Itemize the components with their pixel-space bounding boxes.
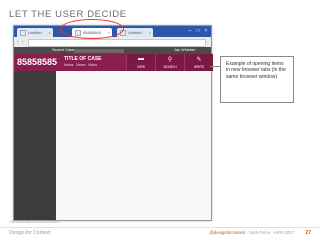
sidebar — [14, 71, 56, 220]
write-button[interactable]: ✎ WRITE — [184, 54, 213, 71]
search-input[interactable] — [74, 48, 124, 53]
tab-label: Untitled — [28, 30, 42, 35]
callout-connector — [210, 66, 220, 67]
write-label: WRITE — [193, 65, 205, 69]
slide-title: LET THE USER DECIDE — [9, 9, 127, 20]
case-title: TITLE OF CASE — [64, 56, 102, 62]
subtab-video[interactable]: Video — [88, 63, 97, 67]
search-button[interactable]: ⚲ SEARCH — [155, 54, 184, 71]
view-button[interactable]: ▬ VIEW — [126, 54, 155, 71]
url-input[interactable] — [28, 39, 206, 47]
app-top-bar: Search Cases Jan Whieber — [14, 47, 211, 54]
browser-tab-1[interactable]: Untitled × — [17, 28, 53, 37]
case-subtabs: Notes Views Video — [64, 63, 97, 67]
close-tab-icon[interactable]: × — [149, 30, 151, 35]
close-tab-icon[interactable]: × — [49, 30, 51, 35]
search-label: SEARCH — [163, 65, 177, 69]
screenshot-reference: CELNICKEMU DATA SERVANT — [9, 220, 61, 224]
callout-text: Example of opening items in new browser … — [226, 61, 286, 80]
back-icon[interactable]: ‹ — [17, 39, 19, 45]
favicon-icon — [20, 29, 26, 36]
view-label: VIEW — [136, 65, 146, 69]
tab-label: Untitled — [128, 30, 142, 35]
minimize-icon[interactable]: – — [187, 28, 193, 34]
case-header: 85858585 TITLE OF CASE Notes Views Video… — [14, 54, 213, 71]
view-icon: ▬ — [138, 56, 144, 62]
case-number: 85858585 — [17, 57, 58, 67]
footer-handle: @designforcontext — [209, 230, 246, 235]
page-number: 27 — [305, 230, 311, 236]
user-menu[interactable]: Jan Whieber — [174, 48, 195, 52]
subtab-views[interactable]: Views — [76, 63, 86, 67]
tab-highlight-ellipse — [60, 19, 124, 39]
subtab-notes[interactable]: Notes — [64, 63, 73, 67]
maximize-icon[interactable]: □ — [195, 28, 201, 34]
browser-window: Untitled × 85858585 × Untitled × – □ × ‹… — [13, 25, 213, 221]
forward-icon[interactable]: › — [22, 39, 24, 45]
pencil-icon: ✎ — [196, 57, 202, 63]
close-window-icon[interactable]: × — [203, 28, 209, 34]
search-label: Search Cases — [52, 48, 76, 52]
footer-brand: Design for Context — [9, 230, 51, 236]
footer-credit: @designforcontext · Seth Force · IAPA 20… — [209, 230, 294, 235]
footer-divider — [0, 227, 320, 228]
content-area — [56, 71, 211, 220]
footer-event: · Seth Force · IAPA 2017 — [246, 230, 294, 235]
callout-box: Example of opening items in new browser … — [220, 56, 294, 103]
search-icon: ⚲ — [167, 57, 173, 63]
